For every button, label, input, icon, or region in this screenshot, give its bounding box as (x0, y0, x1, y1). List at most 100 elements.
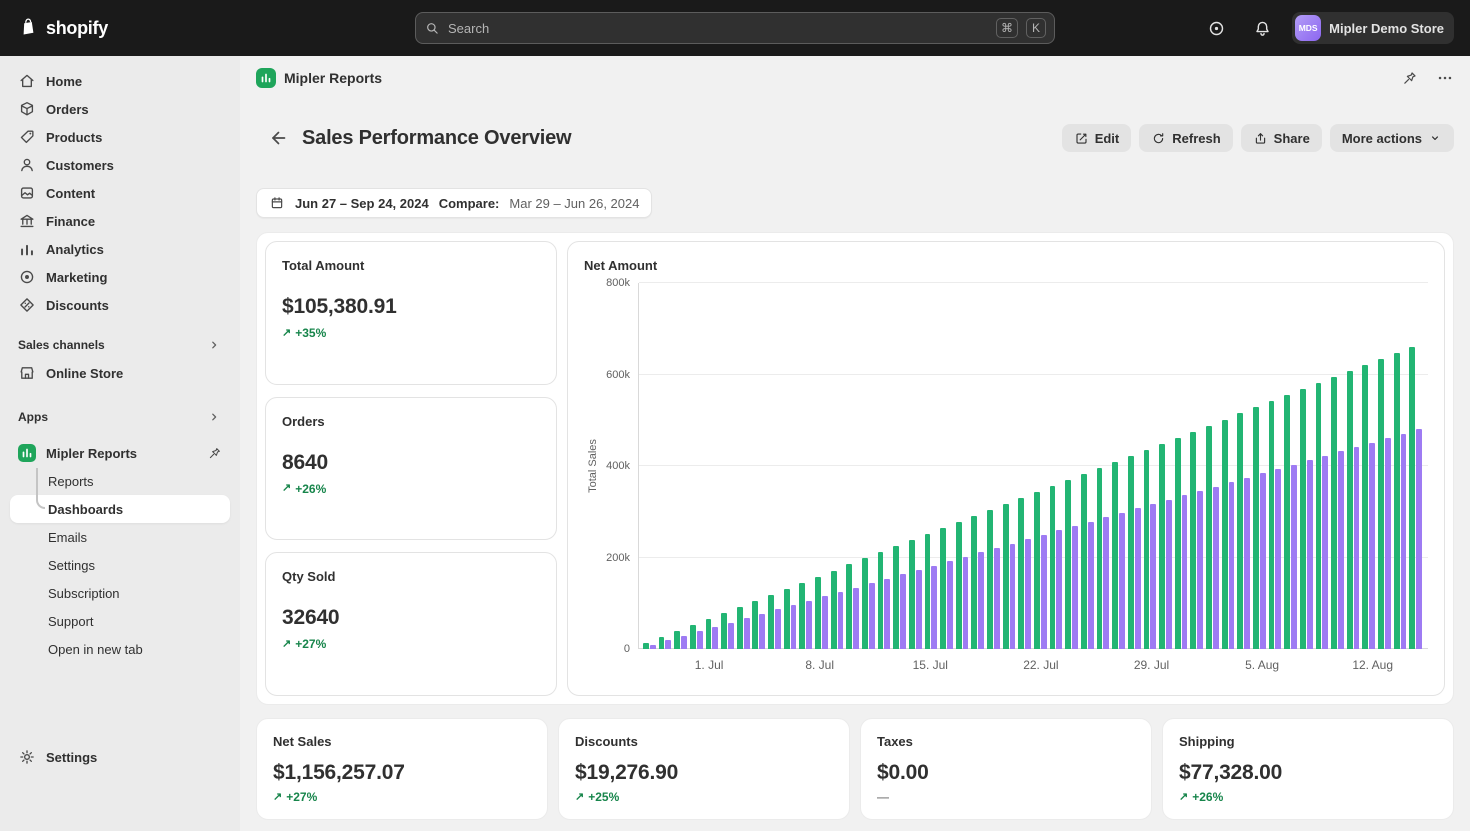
current_period-bar (1316, 383, 1322, 649)
sidebar-item-analytics[interactable]: Analytics (10, 235, 230, 263)
sidebar-item-label: Home (46, 74, 82, 89)
sidebar-item-discounts[interactable]: Discounts (10, 291, 230, 319)
delta-value: — (877, 790, 889, 804)
trend-up-icon: ↗ (282, 328, 291, 339)
chevron-right-icon (206, 337, 222, 353)
activity-icon[interactable] (1200, 12, 1232, 44)
compare_period-bar (994, 548, 1000, 649)
subitem-label: Reports (48, 474, 94, 489)
bar-pair (1394, 283, 1407, 649)
sidebar-item-label: Content (46, 186, 95, 201)
bar-pair (799, 283, 812, 649)
current_period-bar (862, 558, 868, 649)
sidebar-item-home[interactable]: Home (10, 67, 230, 95)
store-menu[interactable]: MDS Mipler Demo Store (1292, 12, 1454, 44)
summary-cards-row: Net Sales $1,156,257.07 ↗ +27% Discounts… (256, 718, 1454, 820)
compare_period-bar (900, 574, 906, 649)
delta-badge: ↗ +25% (575, 790, 833, 804)
sidebar-item-marketing[interactable]: Marketing (10, 263, 230, 291)
current_period-bar (1362, 365, 1368, 649)
summary-label: Net Sales (273, 734, 531, 749)
delta-value: +27% (295, 637, 326, 651)
notifications-bell-icon[interactable] (1246, 12, 1278, 44)
compare_period-bar (759, 614, 765, 649)
sidebar-item-orders[interactable]: Orders (10, 95, 230, 123)
bar-pair (831, 283, 844, 649)
more-options-icon[interactable] (1436, 69, 1454, 87)
compare_period-bar (744, 618, 750, 649)
current_period-bar (1112, 462, 1118, 649)
current_period-bar (956, 522, 962, 649)
bar-pair (674, 283, 687, 649)
current_period-bar (659, 637, 665, 649)
metric-value: 8640 (282, 451, 540, 475)
compare_period-bar (1182, 495, 1188, 649)
sidebar-item-content[interactable]: Content (10, 179, 230, 207)
sidebar-item-finance[interactable]: Finance (10, 207, 230, 235)
bar-pair (940, 283, 953, 649)
compare_period-bar (1197, 491, 1203, 649)
bar-pair (1112, 283, 1125, 649)
sidebar-item-products[interactable]: Products (10, 123, 230, 151)
sidebar-subitem-reports[interactable]: Reports (10, 467, 230, 495)
bar-pair (987, 283, 1000, 649)
sidebar-subitem-settings[interactable]: Settings (10, 551, 230, 579)
sidebar-item-customers[interactable]: Customers (10, 151, 230, 179)
orders-icon (18, 100, 36, 118)
delta-value: +35% (295, 326, 326, 340)
current_period-bar (846, 564, 852, 649)
refresh-button[interactable]: Refresh (1139, 124, 1232, 152)
x-tick-label: 8. Jul (805, 658, 834, 672)
shopify-bag-icon (16, 16, 40, 40)
bar-pair (737, 283, 750, 649)
sidebar-item-online-store[interactable]: Online Store (10, 359, 230, 387)
current_period-bar (1206, 426, 1212, 649)
x-tick-label: 5. Aug (1245, 658, 1279, 672)
pin-icon[interactable] (207, 446, 222, 461)
sidebar-item-settings[interactable]: Settings (10, 743, 230, 771)
more-actions-button[interactable]: More actions (1330, 124, 1454, 152)
y-tick-label: 200k (606, 552, 630, 564)
shopify-logo[interactable]: shopify (16, 16, 108, 40)
current_period-bar (909, 540, 915, 649)
current_period-bar (1159, 444, 1165, 649)
current_period-bar (1347, 371, 1353, 649)
compare_period-bar (931, 566, 937, 649)
bar-pair (768, 283, 781, 649)
back-button[interactable] (264, 124, 292, 152)
compare_period-bar (1307, 460, 1313, 649)
edit-button[interactable]: Edit (1062, 124, 1132, 152)
sidebar-item-label: Customers (46, 158, 114, 173)
compare_period-bar (1338, 451, 1344, 649)
current_period-bar (1097, 468, 1103, 649)
app-header: Mipler Reports (240, 56, 1470, 100)
dashboard-panel: Total Amount $105,380.91 ↗ +35% Orders 8… (256, 232, 1454, 705)
metric-card-total-amount: Total Amount $105,380.91 ↗ +35% (265, 241, 557, 385)
date-range-filter[interactable]: Jun 27 – Sep 24, 2024 Compare: Mar 29 – … (256, 188, 652, 218)
sidebar-item-mipler-reports[interactable]: Mipler Reports (10, 439, 230, 467)
sidebar-item-label: Settings (46, 750, 97, 765)
trend-up-icon: ↗ (273, 792, 282, 803)
search-input[interactable]: Search ⌘ K (415, 12, 1055, 44)
sidebar-subitem-dashboards[interactable]: Dashboards (10, 495, 230, 523)
store-avatar: MDS (1295, 15, 1321, 41)
bar-pair (690, 283, 703, 649)
current_period-bar (1237, 413, 1243, 649)
chart-plot-area (638, 283, 1428, 649)
bar-pair (1222, 283, 1235, 649)
sidebar-subitem-open-in-new-tab[interactable]: Open in new tab (10, 635, 230, 663)
metric-value: $105,380.91 (282, 295, 540, 319)
compare_period-bar (978, 552, 984, 649)
pin-icon[interactable] (1401, 70, 1418, 87)
sales-channels-header[interactable]: Sales channels (10, 333, 230, 357)
bar-pair (846, 283, 859, 649)
analytics-bars-icon (18, 240, 36, 258)
x-tick-label: 29. Jul (1134, 658, 1169, 672)
sidebar-subitem-subscription[interactable]: Subscription (10, 579, 230, 607)
share-button[interactable]: Share (1241, 124, 1322, 152)
sidebar-subitem-support[interactable]: Support (10, 607, 230, 635)
sidebar-subitem-emails[interactable]: Emails (10, 523, 230, 551)
x-tick-label: 15. Jul (913, 658, 948, 672)
apps-header[interactable]: Apps (10, 405, 230, 429)
y-tick-label: 600k (606, 369, 630, 381)
